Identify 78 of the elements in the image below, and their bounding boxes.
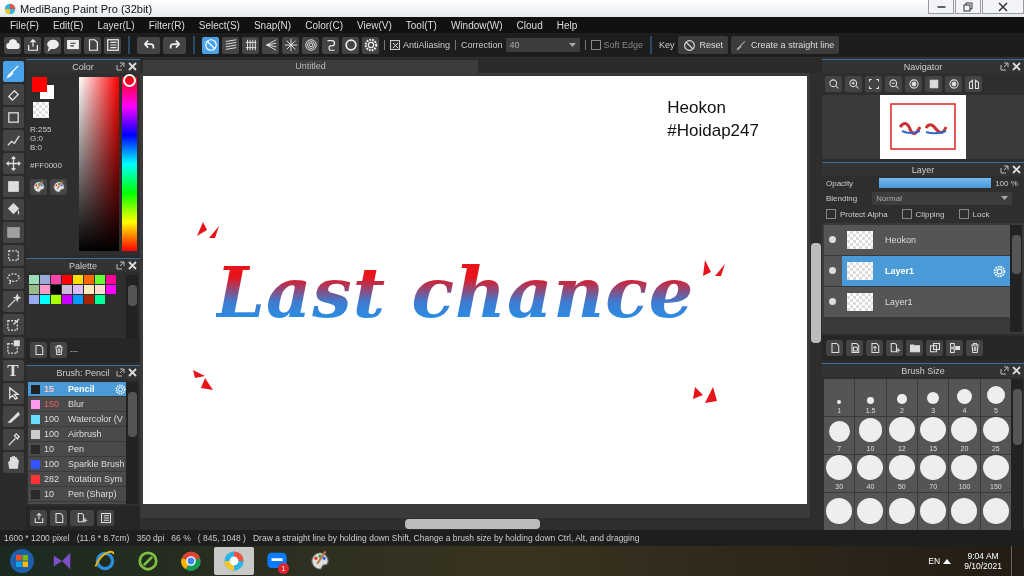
- hex-value: #FF0000: [30, 161, 64, 170]
- menu-item[interactable]: Edit(E): [45, 19, 91, 31]
- layer-name: Layer1: [885, 266, 916, 276]
- field-label: Correction: [461, 40, 503, 50]
- menu-item[interactable]: Select(S): [191, 19, 247, 31]
- menu-item[interactable]: Filter(R): [141, 19, 192, 31]
- brush-size: 10: [44, 489, 55, 499]
- brush-name: Pencil: [68, 384, 96, 394]
- panel-title: Navigator: [903, 61, 943, 72]
- menu-item[interactable]: Color(C): [298, 19, 350, 31]
- brush-item[interactable]: 282 Rotation Sym: [28, 472, 126, 487]
- brush-name: Sparkle Brush: [68, 459, 126, 469]
- clock-time[interactable]: 9:04 AM: [967, 551, 999, 561]
- brush-item[interactable]: 150 Blur: [28, 397, 126, 412]
- canvas-text: Heokon: [667, 97, 727, 119]
- blending-label: Blending: [826, 194, 858, 203]
- checkbox-label: Soft Edge: [603, 40, 644, 50]
- brush-item[interactable]: 100 Sparkle Brush: [28, 457, 126, 472]
- tool-button[interactable]: T: [2, 360, 24, 381]
- menu-item[interactable]: Cloud: [509, 19, 550, 31]
- correction-dropdown[interactable]: 40: [505, 38, 580, 52]
- checkbox-label: Lock: [972, 209, 990, 219]
- panel-title: Layer: [911, 164, 935, 175]
- checkbox-label: Protect Alpha: [840, 209, 888, 219]
- menu-item[interactable]: Window(W): [443, 19, 510, 31]
- menu-item[interactable]: File(F): [3, 19, 46, 31]
- menu-item[interactable]: Tool(T): [398, 19, 444, 31]
- brush-item[interactable]: 10 Pen (Sharp): [28, 487, 126, 502]
- checkbox-label: Clipping: [915, 209, 945, 219]
- brush-size: 282: [44, 474, 61, 484]
- color-value: G:0: [30, 134, 44, 143]
- key-label: Key: [659, 40, 675, 50]
- layer-name: Heokon: [885, 235, 918, 245]
- brush-size: 10: [44, 444, 55, 454]
- window-title: MediBang Paint Pro (32bit): [20, 2, 153, 15]
- layer-name: Layer1: [885, 297, 914, 307]
- brush-name: Airbrush: [68, 429, 103, 439]
- status-text: (11.6 * 8.7cm): [76, 533, 130, 543]
- menu-item[interactable]: Snap(N): [246, 19, 299, 31]
- reset-button[interactable]: Reset: [677, 36, 729, 54]
- color-value: B:0: [30, 143, 43, 152]
- brush-item[interactable]: 100 Watercolor (V: [28, 412, 126, 427]
- menu-item[interactable]: Help: [549, 19, 585, 31]
- status-text: 66 %: [171, 533, 191, 543]
- brush-name: Pen (Sharp): [68, 489, 118, 499]
- panel-title: Brush Size: [901, 365, 945, 376]
- document-tab[interactable]: Untitled: [143, 60, 478, 73]
- brush-name: Pen: [68, 444, 85, 454]
- canvas-text: #Hoidap247: [667, 120, 759, 142]
- opacity-value: 100 %: [995, 178, 1018, 188]
- language-indicator[interactable]: EN: [928, 556, 941, 566]
- status-text: ( 845, 1048 ): [197, 533, 246, 543]
- brush-item[interactable]: 100 Airbrush: [28, 427, 126, 442]
- palette-name: ---: [70, 345, 78, 355]
- brush-size: 100: [44, 459, 61, 469]
- menu-item[interactable]: Layer(L): [90, 19, 142, 31]
- canvas[interactable]: Heokon #Hoidap247 Last chance: [143, 76, 807, 504]
- brush-name: Rotation Sym: [68, 474, 124, 484]
- brush-size: 100: [44, 429, 61, 439]
- color-value: R:255: [30, 125, 53, 134]
- status-text: Draw a straight line by holding down Shift, Change a brush size by holding down Ctrl, Alt, and dragging: [252, 533, 640, 543]
- panel-title: Brush: Pencil: [56, 367, 110, 378]
- menu-item[interactable]: View(V): [349, 19, 399, 31]
- brush-size: 150: [44, 399, 61, 409]
- status-text: 350 dpi: [136, 533, 165, 543]
- clock-date[interactable]: 9/10/2021: [964, 561, 1002, 571]
- panel-title: Color: [72, 61, 94, 72]
- brush-name: Watercolor (V: [68, 414, 124, 424]
- blending-dropdown[interactable]: Normal: [872, 192, 1013, 205]
- checkbox-label: AntiAliasing: [403, 40, 451, 50]
- brush-name: Blur: [68, 399, 85, 409]
- brush-item[interactable]: 10 Pen: [28, 442, 126, 457]
- brush-size: 100: [44, 414, 61, 424]
- opacity-label: Opacity: [826, 178, 854, 188]
- status-text: 1600 * 1200 pixel: [4, 533, 70, 543]
- panel-title: Palette: [69, 260, 97, 271]
- brush-size: 15: [44, 384, 55, 394]
- straight-line-button[interactable]: Create a straight line: [731, 36, 840, 54]
